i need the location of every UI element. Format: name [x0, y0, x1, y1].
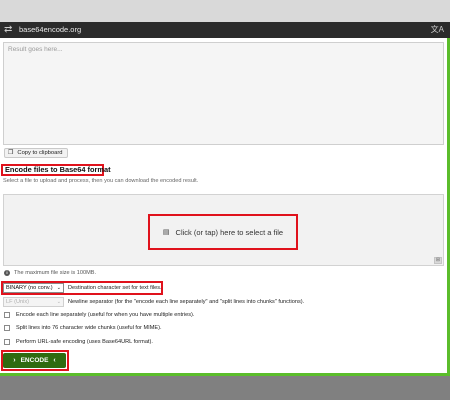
select-file-button[interactable]: ▤ Click (or tap) here to select a file — [148, 214, 298, 250]
info-icon: i — [4, 270, 10, 276]
option-url-safe[interactable]: Perform URL-safe encoding (uses Base64UR… — [4, 339, 153, 345]
encode-button[interactable]: › ENCODE ‹ — [3, 353, 66, 368]
clipboard-icon: ❐ — [8, 150, 14, 156]
result-textarea[interactable]: Result goes here... — [3, 42, 444, 145]
page-border-bottom — [0, 373, 450, 376]
copy-to-clipboard-button[interactable]: ❐ Copy to clipboard — [4, 148, 68, 158]
checkbox[interactable] — [4, 339, 10, 345]
checkbox[interactable] — [4, 312, 10, 318]
newline-select[interactable]: LF (Unix) ⌄ — [3, 297, 64, 307]
chevron-down-icon: ⌄ — [56, 285, 61, 291]
option-split-lines[interactable]: Split lines into 76 character wide chunk… — [4, 325, 162, 331]
translate-icon[interactable]: 文A — [431, 24, 444, 36]
option-label: Perform URL-safe encoding (uses Base64UR… — [16, 339, 153, 345]
option-label: Split lines into 76 character wide chunk… — [16, 325, 162, 331]
resize-handle-icon[interactable]: ⊞ — [434, 257, 442, 264]
chevron-left-icon: ‹ — [53, 357, 56, 364]
chevron-down-icon: ⌄ — [56, 299, 61, 305]
checkbox[interactable] — [4, 325, 10, 331]
url-text[interactable]: base64encode.org — [19, 25, 81, 35]
charset-value: BINARY (no conv.) — [6, 285, 53, 291]
charset-label: Destination character set for text files… — [68, 285, 162, 291]
select-file-label: Click (or tap) here to select a file — [175, 227, 284, 237]
section-subtitle: Select a file to upload and process, the… — [3, 178, 199, 184]
encode-label: ENCODE — [20, 357, 49, 364]
browser-url-bar[interactable]: ⇄ base64encode.org 文A — [0, 22, 450, 38]
option-encode-each-line[interactable]: Encode each line separately (useful for … — [4, 312, 194, 318]
charset-select[interactable]: BINARY (no conv.) ⌄ — [3, 283, 64, 293]
site-settings-icon[interactable]: ⇄ — [4, 24, 12, 36]
max-size-note: i The maximum file size is 100MB. — [4, 270, 96, 276]
browser-top-strip — [0, 0, 450, 22]
file-icon: ▤ — [162, 229, 170, 236]
section-heading: Encode files to Base64 format — [1, 164, 111, 176]
chevron-right-icon: › — [13, 357, 16, 364]
option-label: Encode each line separately (useful for … — [16, 312, 195, 318]
max-size-text: The maximum file size is 100MB. — [14, 270, 97, 276]
copy-button-label: Copy to clipboard — [17, 150, 63, 156]
result-placeholder: Result goes here... — [8, 46, 63, 53]
newline-value: LF (Unix) — [6, 299, 29, 305]
newline-label: Newline separator (for the "encode each … — [68, 299, 305, 305]
